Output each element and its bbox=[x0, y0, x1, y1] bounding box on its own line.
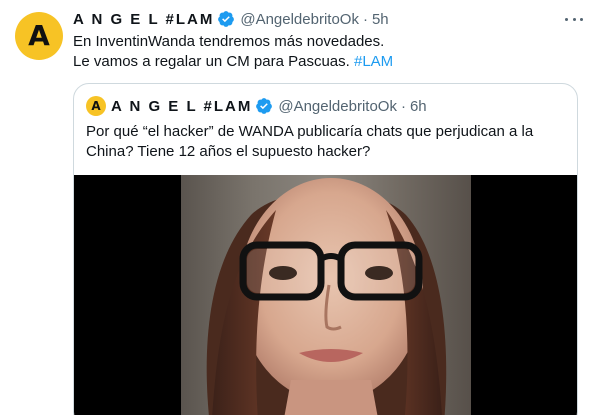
quoted-author-avatar[interactable]: A bbox=[86, 96, 106, 116]
more-dot bbox=[572, 17, 576, 21]
author-name[interactable]: A N G E L #LAM bbox=[73, 11, 214, 28]
quoted-author-name[interactable]: A N G E L #LAM bbox=[111, 98, 252, 115]
tweet-text-line-2-body: Le vamos a regalar un CM para Pascuas. bbox=[73, 53, 354, 70]
more-dot bbox=[580, 17, 583, 21]
quoted-tweet-video[interactable] bbox=[74, 175, 577, 415]
quoted-tweet[interactable]: A A N G E L #LAM @AngeldebritoOk · 6h Po… bbox=[73, 83, 578, 415]
verified-badge-icon bbox=[218, 11, 235, 27]
tweet-text-line-2: Le vamos a regalar un CM para Pascuas. #… bbox=[73, 52, 573, 72]
avatar-logo-letter: A bbox=[28, 19, 50, 52]
quoted-author-handle[interactable]: @AngeldebritoOk bbox=[278, 98, 397, 115]
verified-badge-icon bbox=[256, 98, 273, 114]
author-handle[interactable]: @AngeldebritoOk bbox=[240, 11, 359, 28]
tweet-header: A N G E L #LAM @AngeldebritoOk · 5h bbox=[73, 9, 389, 29]
tweet-text-line-1: En InventinWanda tendremos más novedades… bbox=[73, 33, 385, 50]
separator-dot: · bbox=[400, 97, 406, 115]
hashtag-link[interactable]: #LAM bbox=[354, 53, 393, 70]
portrait-illustration bbox=[206, 178, 447, 415]
quoted-tweet-text: Por qué “el hacker” de WANDA publicaría … bbox=[86, 123, 534, 160]
tweet[interactable]: A A N G E L #LAM @AngeldebritoOk · 5h En… bbox=[0, 0, 601, 415]
video-frame-image bbox=[181, 175, 471, 415]
more-options-icon[interactable] bbox=[563, 10, 585, 28]
tweet-timestamp[interactable]: 5h bbox=[372, 11, 389, 28]
separator-dot: · bbox=[362, 10, 368, 28]
quoted-tweet-timestamp[interactable]: 6h bbox=[410, 98, 427, 115]
more-dot bbox=[565, 17, 568, 21]
quoted-tweet-header: A A N G E L #LAM @AngeldebritoOk · 6h bbox=[86, 96, 427, 116]
quoted-avatar-logo-letter: A bbox=[91, 99, 101, 113]
author-avatar[interactable]: A bbox=[15, 12, 63, 60]
tweet-text: En InventinWanda tendremos más novedades… bbox=[73, 32, 573, 72]
